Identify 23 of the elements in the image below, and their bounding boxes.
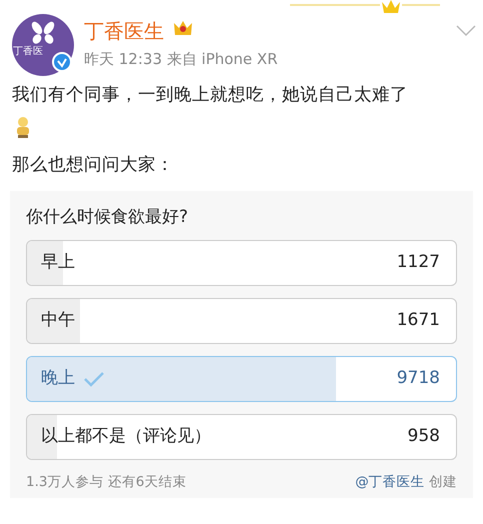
poll-option[interactable]: 早上 1127 [26, 240, 457, 286]
poll-question: 你什么时候食欲最好? [26, 206, 190, 228]
vote-count: 9718 [396, 367, 440, 390]
avatar-text: 丁香医 [13, 47, 43, 57]
created-label: 创建 [429, 474, 457, 490]
vote-count: 958 [408, 425, 440, 448]
post-meta: 昨天 12:33 来自 iPhone XR [84, 49, 278, 70]
poll-option[interactable]: 中午 1671 [26, 298, 457, 344]
poll-stats: 1.3万人参与 还有6天结束 [26, 473, 186, 492]
verified-icon [52, 52, 72, 72]
option-label: 中午 [41, 309, 75, 332]
post-text: 我们有个同事，一到晚上就想吃，她说自己太难了 [12, 84, 409, 107]
poll-option[interactable]: 晚上 9718 [26, 356, 457, 402]
option-label: 晚上 [41, 367, 75, 390]
vote-count: 1127 [396, 251, 440, 274]
vote-count: 1671 [396, 309, 440, 332]
post-text: 那么也想问问大家： [12, 154, 175, 178]
check-icon [83, 371, 105, 387]
creator-link[interactable]: @丁香医生 [355, 474, 425, 490]
poll-option[interactable]: 以上都不是（评论见） 958 [26, 414, 457, 460]
emoji-icon [14, 116, 32, 138]
option-label: 早上 [41, 251, 75, 274]
option-label: 以上都不是（评论见） [41, 425, 211, 448]
